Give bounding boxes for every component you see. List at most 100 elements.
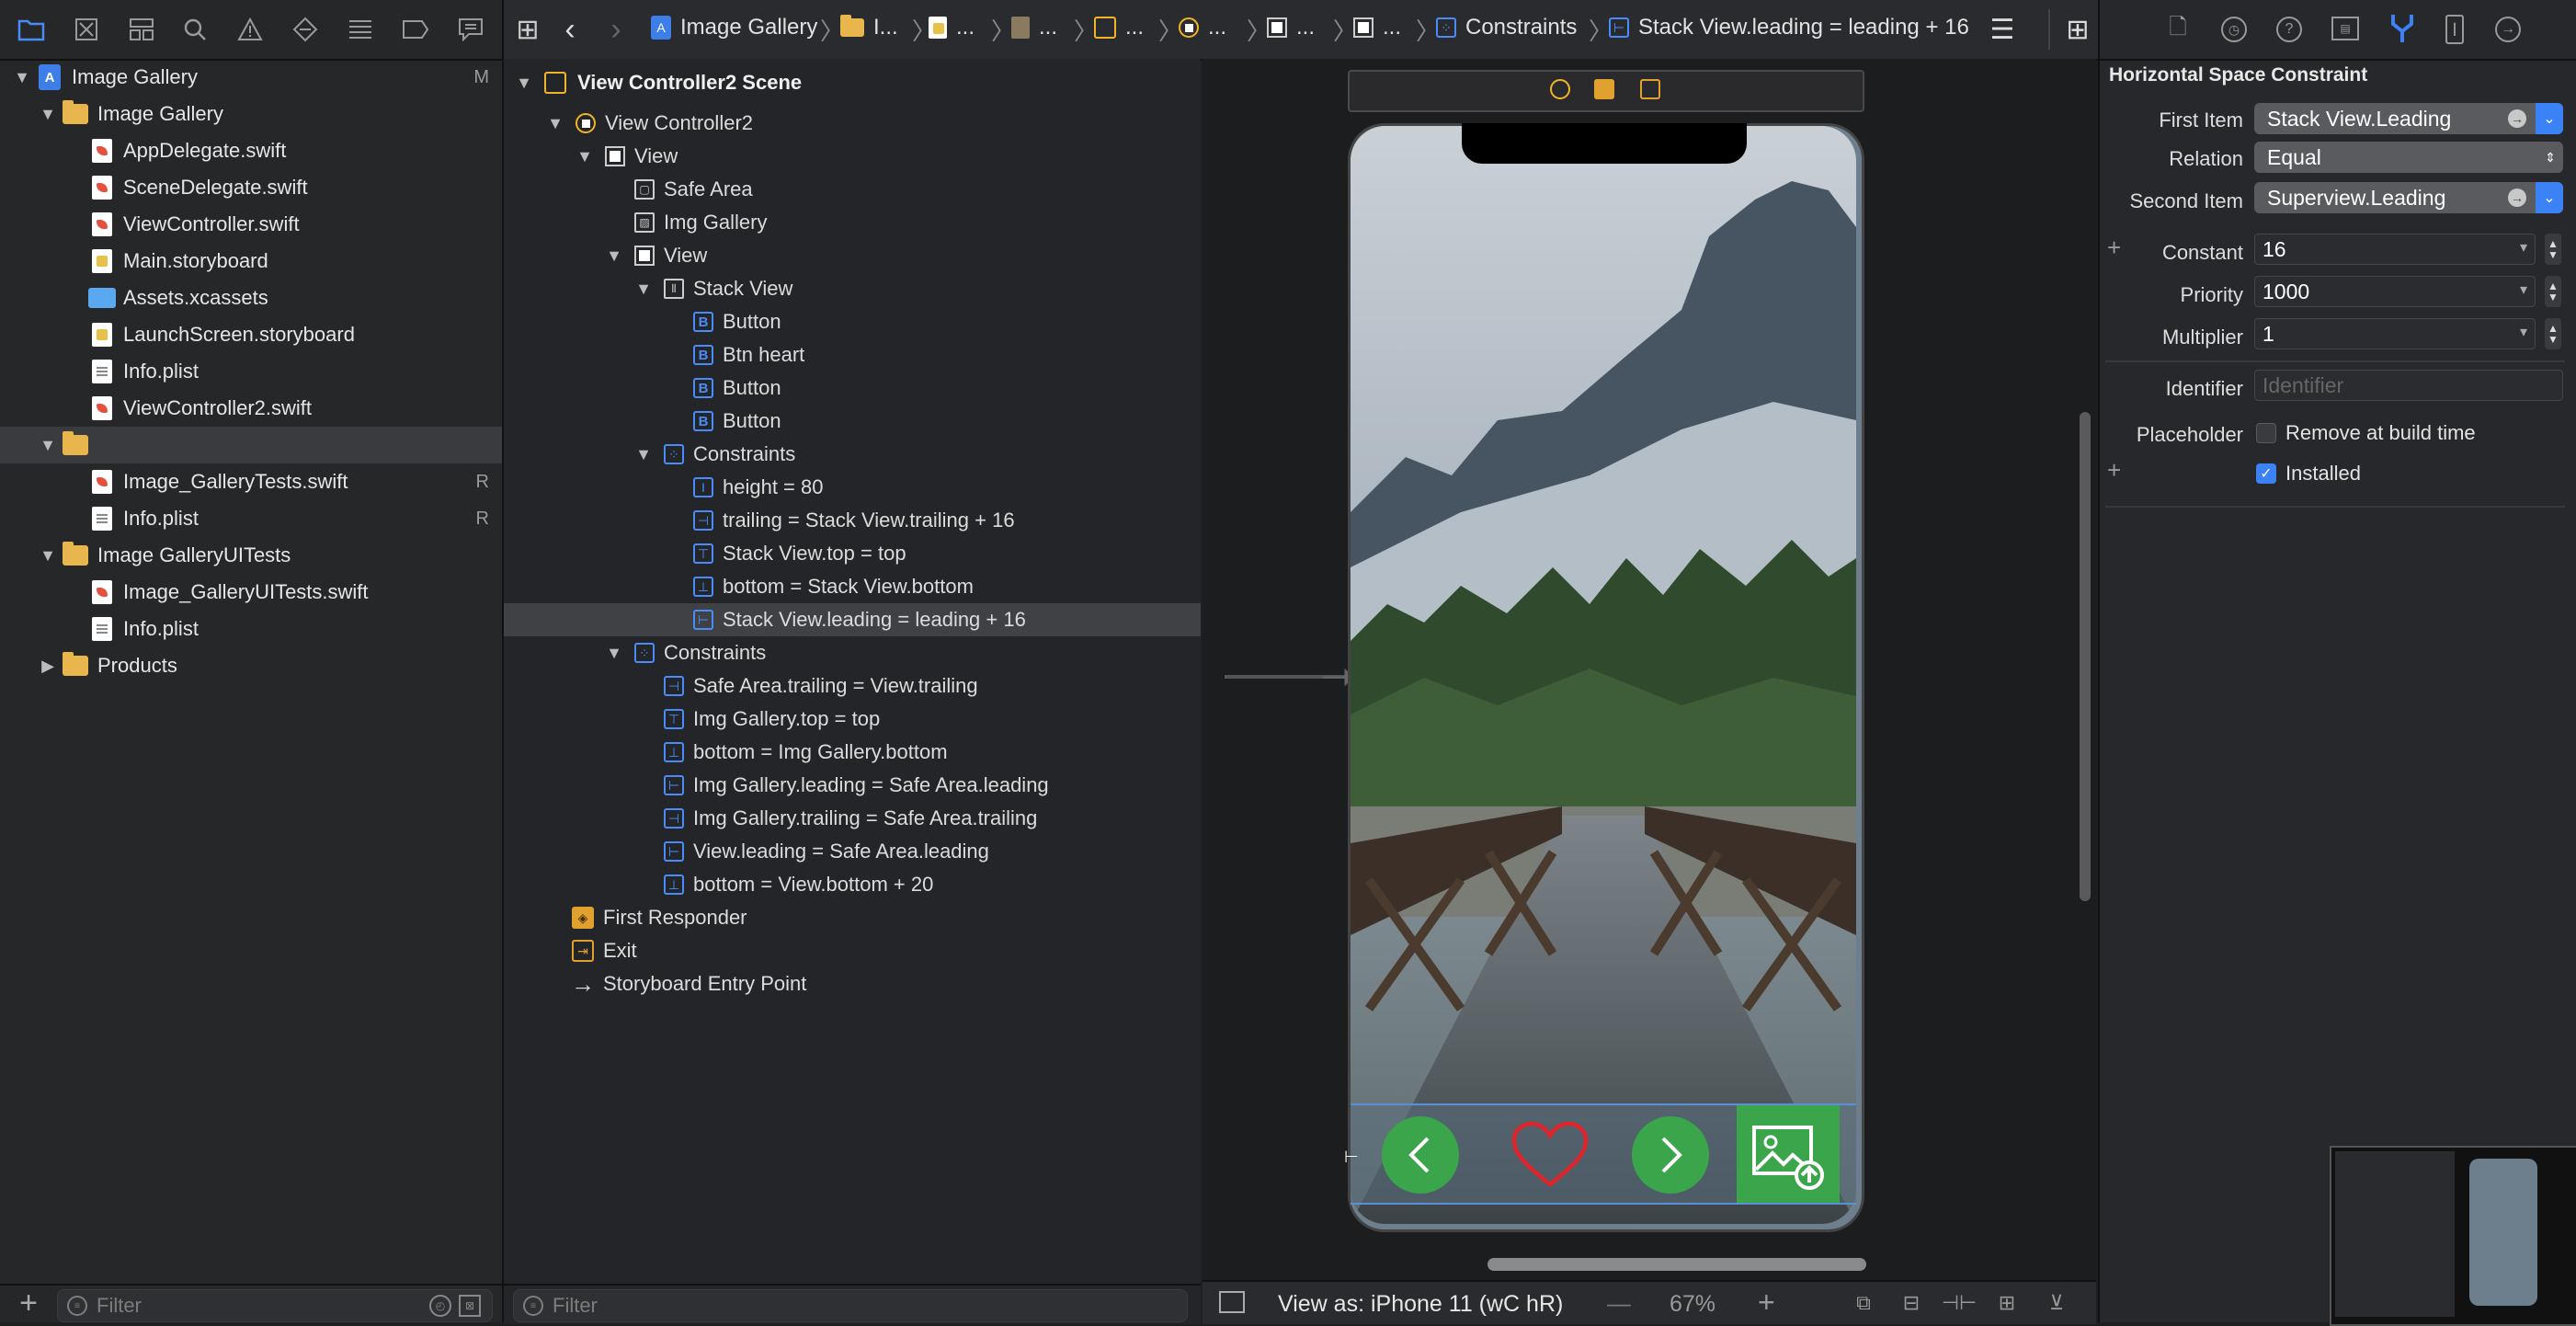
outline-item-view[interactable]: ▼ View <box>605 239 707 272</box>
second-item-popup[interactable]: Superview.Leading → ⌄ <box>2254 182 2563 213</box>
remove-at-build-time-checkbox[interactable] <box>2256 423 2276 443</box>
disclosure-open-icon[interactable]: ▼ <box>576 147 594 166</box>
source-control-icon[interactable] <box>70 13 103 46</box>
breakpoint-icon[interactable] <box>399 13 432 46</box>
zoom-level[interactable]: 67% <box>1670 1291 1715 1318</box>
tree-item-file[interactable]: AppDelegate.swift <box>0 132 502 169</box>
size-inspector-icon[interactable]: ┃ <box>2445 15 2464 44</box>
outline-item-image-view[interactable]: ▨ Img Gallery <box>634 206 767 239</box>
related-items-icon[interactable]: ⊞ <box>513 15 542 45</box>
connections-inspector-icon[interactable]: → <box>2495 17 2521 42</box>
tree-item-file[interactable]: Assets.xcassets <box>0 280 502 316</box>
add-editor-icon[interactable]: ⊞ <box>2063 15 2092 45</box>
previous-button[interactable] <box>1382 1116 1459 1194</box>
outline-item-constraint[interactable]: ⊥ bottom = Img Gallery.bottom <box>664 736 948 769</box>
go-to-item-icon[interactable]: → <box>2508 109 2526 128</box>
outline-item-constraint[interactable]: ⊤ Img Gallery.top = top <box>664 703 880 736</box>
outline-item-constraint[interactable]: ⊤ Stack View.top = top <box>693 537 906 570</box>
crumb-view[interactable]: ... <box>1353 15 1401 40</box>
next-button[interactable] <box>1632 1116 1709 1194</box>
chevron-down-icon[interactable]: ⌄ <box>2536 182 2563 213</box>
crumb-project[interactable]: A Image Gallery <box>651 15 817 40</box>
disclosure-open-icon[interactable]: ▼ <box>39 436 57 454</box>
report-icon[interactable] <box>454 13 487 46</box>
disclosure-open-icon[interactable]: ▼ <box>605 246 623 265</box>
crumb-storyboard-base[interactable]: ... <box>1011 15 1057 40</box>
disclosure-open-icon[interactable]: ▼ <box>515 74 533 92</box>
multiplier-field[interactable]: 1 ▾ <box>2254 318 2536 349</box>
tree-item-file[interactable]: LaunchScreen.storyboard <box>0 316 502 353</box>
outline-item-constraint[interactable]: ⊣ Safe Area.trailing = View.trailing <box>664 669 978 703</box>
outline-item-entry-point[interactable]: → Storyboard Entry Point <box>571 967 806 1000</box>
outline-item-constraint[interactable]: ⊢ View.leading = Safe Area.leading <box>664 835 989 868</box>
crumb-view-controller[interactable]: ... <box>1179 15 1226 40</box>
identifier-field[interactable]: Identifier <box>2254 370 2563 401</box>
disclosure-closed-icon[interactable]: ▶ <box>39 657 57 675</box>
crumb-storyboard[interactable]: ... <box>929 15 975 40</box>
tree-item-file[interactable]: Main.storyboard <box>0 243 502 280</box>
disclosure-open-icon[interactable]: ▼ <box>13 68 31 86</box>
crumb-folder[interactable]: I... <box>840 15 898 40</box>
outline-item-first-responder[interactable]: ◈ First Responder <box>572 901 747 934</box>
add-icon[interactable]: + <box>15 1286 42 1320</box>
test-icon[interactable] <box>289 13 322 46</box>
view-as-label[interactable]: View as: iPhone 11 (wC hR) <box>1278 1291 1563 1318</box>
outline-item-view[interactable]: ▼ View <box>576 140 678 173</box>
folder-icon[interactable] <box>15 13 48 46</box>
first-item-popup[interactable]: Stack View.Leading → ⌄ <box>2254 103 2563 134</box>
outline-item-button[interactable]: B Button <box>693 372 781 405</box>
view-controller-icon[interactable] <box>1550 79 1570 99</box>
outline-item-constraint[interactable]: I height = 80 <box>693 471 823 504</box>
debug-icon[interactable] <box>344 13 377 46</box>
installed-checkbox[interactable]: ✓ <box>2256 463 2276 484</box>
outline-item-constraint[interactable]: ⊥ bottom = View.bottom + 20 <box>664 868 933 901</box>
tree-item-file[interactable]: Image_GalleryTests.swift R <box>0 463 502 500</box>
constant-field[interactable]: 16 ▾ <box>2254 234 2536 265</box>
add-constraints-icon[interactable]: ⊞ <box>1993 1291 2021 1315</box>
tree-item-file[interactable]: ViewController.swift <box>0 206 502 243</box>
back-icon[interactable]: ‹ <box>559 12 581 47</box>
tree-item-file[interactable]: ViewController2.swift <box>0 390 502 427</box>
minimap-preview[interactable] <box>2330 1146 2576 1326</box>
resolve-issues-icon[interactable]: ⊻ <box>2043 1291 2070 1315</box>
outline-filter-field[interactable]: ≡ Filter <box>513 1289 1188 1322</box>
outline-item-constraint[interactable]: ⊥ bottom = Stack View.bottom <box>693 570 974 603</box>
document-items-icon[interactable]: ☰ <box>1986 15 2019 45</box>
symbol-icon[interactable] <box>125 13 158 46</box>
outline-item-exit[interactable]: ⇥ Exit <box>572 934 637 967</box>
recent-files-icon[interactable]: ◴ <box>429 1295 451 1317</box>
issue-icon[interactable] <box>234 13 267 46</box>
disclosure-open-icon[interactable]: ▼ <box>634 445 653 463</box>
vertical-scrollbar[interactable] <box>2080 412 2091 901</box>
chevron-down-icon[interactable]: ▾ <box>2520 280 2527 299</box>
add-variation-installed-icon[interactable]: + <box>2107 456 2121 485</box>
crumb-constraints[interactable]: ⁘ Constraints <box>1436 15 1577 40</box>
crumb-scene[interactable]: ... <box>1094 15 1144 40</box>
embed-in-stack-icon[interactable]: ⊟ <box>1898 1291 1925 1315</box>
img-gallery-image[interactable] <box>1351 126 1856 1224</box>
upload-image-button[interactable] <box>1737 1105 1840 1205</box>
tree-item-folder[interactable]: ▼ Image GalleryUITests <box>0 537 502 574</box>
outline-item-constraints[interactable]: ▼ ⁘ Constraints <box>605 636 766 669</box>
tree-item-file[interactable]: Info.plist <box>0 353 502 390</box>
file-inspector-icon[interactable]: 🗋 <box>2166 15 2190 42</box>
tree-item-file[interactable]: Image_GalleryUITests.swift <box>0 574 502 611</box>
outline-item-constraint[interactable]: ⊢ Img Gallery.leading = Safe Area.leadin… <box>664 769 1049 802</box>
tree-item-folder[interactable]: ▶ Products <box>0 647 502 684</box>
outline-item-safe-area[interactable]: ▢ Safe Area <box>634 173 753 206</box>
navigator-filter-field[interactable]: ≡ Filter ◴ ⊠ <box>57 1289 493 1322</box>
chevron-down-icon[interactable]: ▾ <box>2520 238 2527 257</box>
stack-view[interactable] <box>1351 1105 1856 1205</box>
go-to-item-icon[interactable]: → <box>2508 189 2526 207</box>
chevron-down-icon[interactable]: ⌄ <box>2536 103 2563 134</box>
relation-popup[interactable]: Equal ⇕ <box>2254 142 2563 173</box>
tree-item-project[interactable]: ▼ A Image Gallery M <box>0 59 502 96</box>
disclosure-open-icon[interactable]: ▼ <box>39 546 57 565</box>
priority-field[interactable]: 1000 ▾ <box>2254 276 2536 307</box>
zoom-out-button[interactable]: — <box>1607 1289 1631 1318</box>
outline-item-stack-view[interactable]: ▼ ⦀ Stack View <box>634 272 792 305</box>
outline-item-constraint[interactable]: ⊣ Img Gallery.trailing = Safe Area.trail… <box>664 802 1037 835</box>
align-icon[interactable]: ⊣⊢ <box>1942 1291 1977 1315</box>
disclosure-open-icon[interactable]: ▼ <box>546 114 564 132</box>
disclosure-open-icon[interactable]: ▼ <box>39 105 57 123</box>
